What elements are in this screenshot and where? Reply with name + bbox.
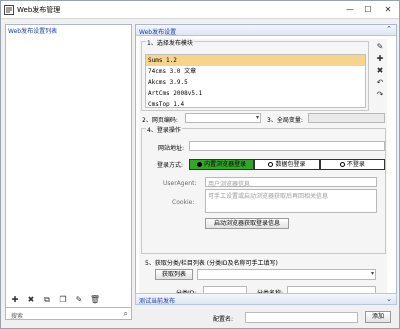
fetch-list-button[interactable]: 获取列表 (155, 269, 193, 280)
useragent-label: UserAgent: (163, 180, 197, 187)
app-icon (4, 5, 14, 15)
encoding-label: 2、网页编码: (142, 117, 178, 124)
config-name-input[interactable] (245, 312, 358, 323)
test-publish-header[interactable]: 测试当前发布 ⌄ (135, 293, 397, 305)
global-var-label: 3、全局变量: (267, 117, 303, 124)
search-placeholder: 搜索 (11, 313, 24, 320)
delete-icon[interactable]: ✖ (25, 294, 37, 305)
login-group-label: 4、登录操作 (146, 125, 182, 134)
cookie-label: Cookie: (172, 199, 195, 206)
add-button[interactable]: 添加 (365, 311, 391, 323)
login-method-group: 内置浏览器登录 数据包登录 不登录 (189, 159, 385, 170)
login-option-label: 数据包登录 (275, 161, 306, 168)
edit-icon[interactable]: ✎ (373, 41, 387, 53)
radio-icon (339, 162, 345, 167)
login-option-packet[interactable]: 数据包登录 (254, 159, 320, 170)
window-title: Web发布管理 (17, 6, 61, 14)
web-publish-settings-panel: Web发布设置 ⌃ 1、选择发布模块 Sums 1.2 74cms 3.0 文章… (135, 24, 397, 304)
chevron-down-icon: ▾ (370, 270, 374, 277)
minimize-button[interactable]: — (341, 3, 359, 16)
test-publish-title: 测试当前发布 (139, 298, 176, 305)
module-side-toolbar: ✎ ✚ ✖ ↶ ↷ (373, 41, 387, 101)
delete-icon[interactable]: ✖ (373, 65, 387, 77)
login-option-none[interactable]: 不登录 (319, 159, 385, 170)
cookie-placeholder: 可手工设置或启动浏览器获取后再回相关信息 (208, 193, 329, 200)
radio-icon (268, 162, 274, 167)
collapse-up-icon[interactable]: ⌃ (386, 25, 392, 33)
module-item[interactable]: CmsTop 1.4 (146, 99, 365, 107)
login-method-label: 登录方式: (157, 162, 184, 169)
close-button[interactable]: ✕ (379, 3, 397, 16)
login-group: 4、登录操作 网站地址: 登录方式: 内置浏览器登录 数据包登录 不登录 Use… (141, 125, 386, 254)
login-option-label: 内置浏览器登录 (204, 161, 247, 168)
module-group-label: 1、选择发布模块 (146, 38, 194, 47)
useragent-placeholder: 用户浏览器信息 (208, 181, 251, 188)
undo-icon[interactable]: ↶ (373, 77, 387, 89)
settings-list[interactable] (7, 35, 130, 309)
panel-header: Web发布设置 ⌃ (136, 25, 396, 36)
radio-icon (197, 162, 203, 167)
module-item[interactable]: 74cms 3.0 文章 (146, 66, 365, 77)
search-input[interactable]: 搜索 ⌕ (5, 307, 132, 320)
app-window: Web发布管理 — ☐ ✕ Web发布设置列表 ✚ ✖ ⧉ ❐ ✎ 🗑 搜索 ⌕… (0, 0, 400, 329)
cookie-textarea[interactable]: 可手工设置或启动浏览器获取后再回相关信息 (205, 189, 377, 213)
settings-list-title: Web发布设置列表 (8, 28, 58, 35)
chevron-down-icon: ▾ (255, 114, 259, 121)
search-icon[interactable]: ⌕ (124, 309, 128, 319)
category-select[interactable]: ▾ (197, 269, 376, 280)
login-option-label: 不登录 (346, 161, 365, 168)
maximize-button[interactable]: ☐ (359, 3, 377, 16)
paste-icon[interactable]: ❐ (57, 294, 69, 305)
add-icon[interactable]: ✚ (9, 294, 21, 305)
category-group-label: 5、获取分类/栏目列表 (分类ID及名称可手工填写) (145, 260, 278, 267)
edit-icon[interactable]: ✎ (73, 294, 85, 305)
useragent-input[interactable]: 用户浏览器信息 (205, 177, 377, 188)
module-item[interactable]: Sums 1.2 (146, 55, 365, 66)
settings-list-panel: Web发布设置列表 (5, 24, 132, 310)
add-icon[interactable]: ✚ (373, 53, 387, 65)
module-item[interactable]: ArtCms 2008v5.1 (146, 88, 365, 99)
config-name-label: 配置名: (213, 316, 234, 323)
footer-bar: 配置名: 添加 (135, 310, 397, 326)
start-browser-button[interactable]: 启动浏览器获取登录信息 (205, 218, 289, 229)
login-option-browser[interactable]: 内置浏览器登录 (189, 159, 255, 170)
site-url-label: 网站地址: (158, 145, 185, 152)
left-toolbar: ✚ ✖ ⧉ ❐ ✎ 🗑 (5, 294, 132, 306)
global-var-field[interactable] (308, 113, 385, 123)
redo-icon[interactable]: ↷ (373, 89, 387, 101)
collapse-down-icon[interactable]: ⌄ (386, 295, 392, 303)
copy-icon[interactable]: ⧉ (41, 294, 53, 305)
title-bar: Web发布管理 — ☐ ✕ (1, 1, 399, 19)
encoding-select[interactable]: ▾ (185, 113, 261, 123)
trash-icon[interactable]: 🗑 (89, 294, 101, 305)
module-item[interactable]: Akcms 3.9.5 (146, 77, 365, 88)
module-list[interactable]: Sums 1.2 74cms 3.0 文章 Akcms 3.9.5 ArtCms… (145, 54, 366, 108)
panel-title: Web发布设置 (139, 29, 177, 36)
site-url-input[interactable] (189, 141, 385, 151)
